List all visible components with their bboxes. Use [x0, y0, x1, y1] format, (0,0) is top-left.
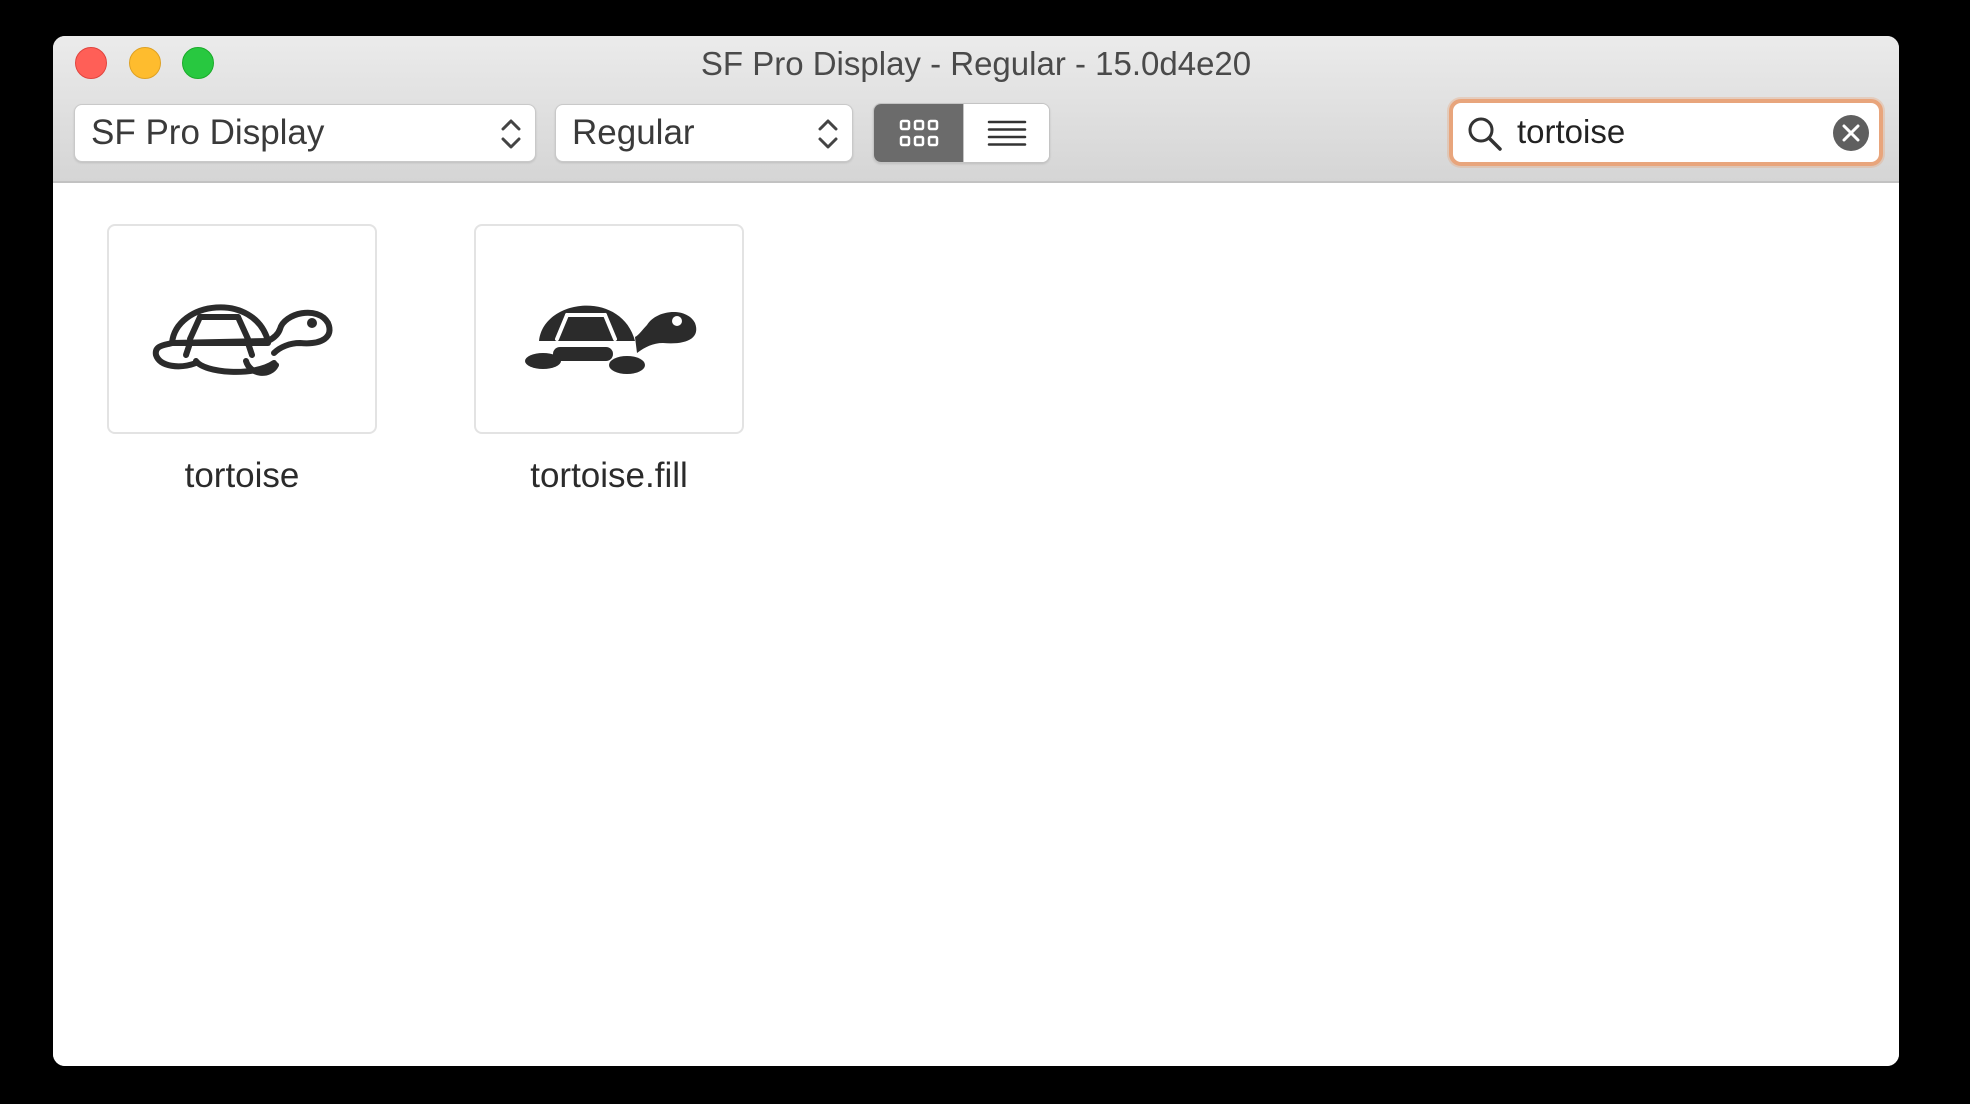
tortoise-outline-icon	[152, 304, 333, 376]
font-style-popup[interactable]: Regular	[555, 104, 853, 162]
symbol-grid: tortoise tortoise.fill	[53, 183, 1899, 1066]
up-down-chevron-icon	[501, 119, 521, 149]
grid-icon	[899, 119, 938, 147]
search-input[interactable]	[1517, 107, 1817, 157]
magnifying-glass-icon	[1468, 117, 1502, 151]
tortoise-fill-icon	[525, 305, 697, 374]
list-view-button[interactable]	[963, 104, 1049, 162]
grid-view-button[interactable]	[874, 104, 963, 162]
search-field[interactable]	[1449, 99, 1883, 166]
symbol-name: tortoise	[184, 456, 300, 495]
font-family-value: SF Pro Display	[91, 113, 325, 152]
window-title: SF Pro Display - Regular - 15.0d4e20	[700, 45, 1252, 82]
app-window: SF Pro Display - Regular - 15.0d4e20 SF …	[53, 36, 1899, 1066]
clear-search-button[interactable]	[1833, 115, 1869, 151]
symbol-tile-tortoise-fill[interactable]: tortoise.fill	[474, 224, 744, 496]
view-mode-segmented-control	[873, 103, 1050, 163]
symbol-name: tortoise.fill	[530, 456, 688, 495]
symbol-preview	[474, 224, 744, 434]
list-icon	[987, 120, 1027, 146]
title-toolbar-bar: SF Pro Display - Regular - 15.0d4e20 SF …	[53, 36, 1899, 183]
up-down-chevron-icon	[818, 119, 838, 149]
clear-x-icon	[1842, 124, 1860, 142]
symbol-tile-tortoise[interactable]: tortoise	[107, 224, 377, 496]
font-style-value: Regular	[572, 113, 695, 152]
font-family-popup[interactable]: SF Pro Display	[74, 104, 536, 162]
symbol-preview	[107, 224, 377, 434]
